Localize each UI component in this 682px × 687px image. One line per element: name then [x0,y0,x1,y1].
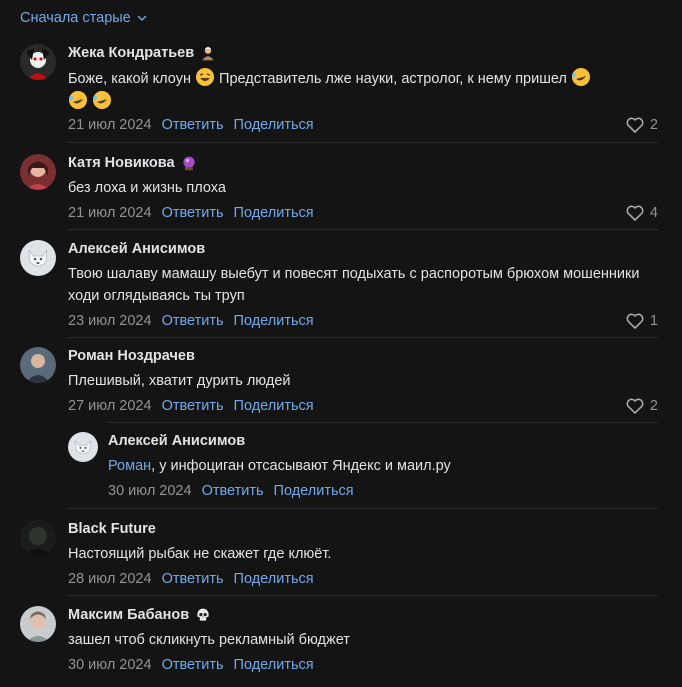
laughing-emoji-icon [195,68,214,86]
avatar[interactable] [20,520,56,556]
like-button[interactable]: 2 [626,117,658,133]
comment-date[interactable]: 27 июл 2024 [68,398,152,414]
person-emoji-icon [202,47,214,61]
avatar[interactable] [68,432,98,462]
divider [68,229,658,230]
rofl-emoji-icon [69,91,87,109]
divider [68,595,658,596]
divider [68,508,658,509]
sort-dropdown[interactable]: Сначала старые [20,10,148,26]
rofl-emoji-icon [93,91,112,109]
share-button[interactable]: Поделиться [234,398,314,414]
divider [108,422,658,423]
avatar[interactable] [20,240,56,276]
comment-date[interactable]: 28 июл 2024 [68,571,152,587]
reply-button[interactable]: Ответить [162,398,224,414]
sort-label: Сначала старые [20,10,131,26]
share-button[interactable]: Поделиться [234,205,314,221]
author-name[interactable]: Алексей Анисимов [68,241,205,257]
like-count: 1 [649,313,658,329]
skull-icon [197,608,209,621]
reply-button[interactable]: Ответить [162,205,224,221]
reply-button[interactable]: Ответить [202,483,264,499]
comment-text: без лоха и жизнь плоха [68,180,226,196]
share-button[interactable]: Поделиться [234,657,314,673]
comment-text-2: Представитель лже науки, астролог, к нем… [219,71,567,87]
like-button[interactable]: 4 [626,205,658,221]
author-name[interactable]: Black Future [68,521,156,537]
crystal-ball-icon [182,156,195,171]
comment-text: Боже, какой клоун [68,71,191,87]
reply-button[interactable]: Ответить [162,313,224,329]
reply-button[interactable]: Ответить [162,571,224,587]
author-name[interactable]: Катя Новикова [68,155,175,171]
author-name[interactable]: Алексей Анисимов [108,433,245,449]
like-count: 2 [649,398,658,414]
mention-link[interactable]: Роман [108,458,151,474]
like-button[interactable]: 2 [626,398,658,414]
share-button[interactable]: Поделиться [234,117,314,133]
author-name[interactable]: Жека Кондратьев [68,45,194,61]
heart-icon [626,205,644,221]
author-name[interactable]: Роман Ноздрачев [68,348,195,364]
comment-text: зашел чтоб скликнуть рекламный бюджет [68,632,350,648]
comment-date[interactable]: 21 июл 2024 [68,117,152,133]
avatar[interactable] [20,606,56,642]
comment-date[interactable]: 23 июл 2024 [68,313,152,329]
rofl-emoji-icon [571,68,590,86]
heart-icon [626,117,644,133]
like-button[interactable]: 1 [626,313,658,329]
chevron-down-icon [137,15,146,22]
comment-text: Плешивый, хватит дурить людей [68,373,291,389]
comment-text: , у инфоциган отсасывают Яндекс и маил.р… [151,458,451,474]
comment-text: Твою шалаву мамашу выебут и повесят поды… [68,266,640,304]
author-name[interactable]: Максим Бабанов [68,607,189,623]
comment-date[interactable]: 21 июл 2024 [68,205,152,221]
like-count: 2 [649,117,658,133]
heart-icon [626,313,644,329]
comment-date[interactable]: 30 июл 2024 [68,657,152,673]
avatar[interactable] [20,44,56,80]
divider [68,337,658,338]
avatar[interactable] [20,347,56,383]
reply-button[interactable]: Ответить [162,117,224,133]
heart-icon [626,398,644,414]
divider [68,142,658,143]
comment-date[interactable]: 30 июл 2024 [108,483,192,499]
share-button[interactable]: Поделиться [234,571,314,587]
reply-button[interactable]: Ответить [162,657,224,673]
avatar[interactable] [20,154,56,190]
like-count: 4 [649,205,658,221]
comment-text: Настоящий рыбак не скажет где клюёт. [68,546,332,562]
share-button[interactable]: Поделиться [274,483,354,499]
share-button[interactable]: Поделиться [234,313,314,329]
